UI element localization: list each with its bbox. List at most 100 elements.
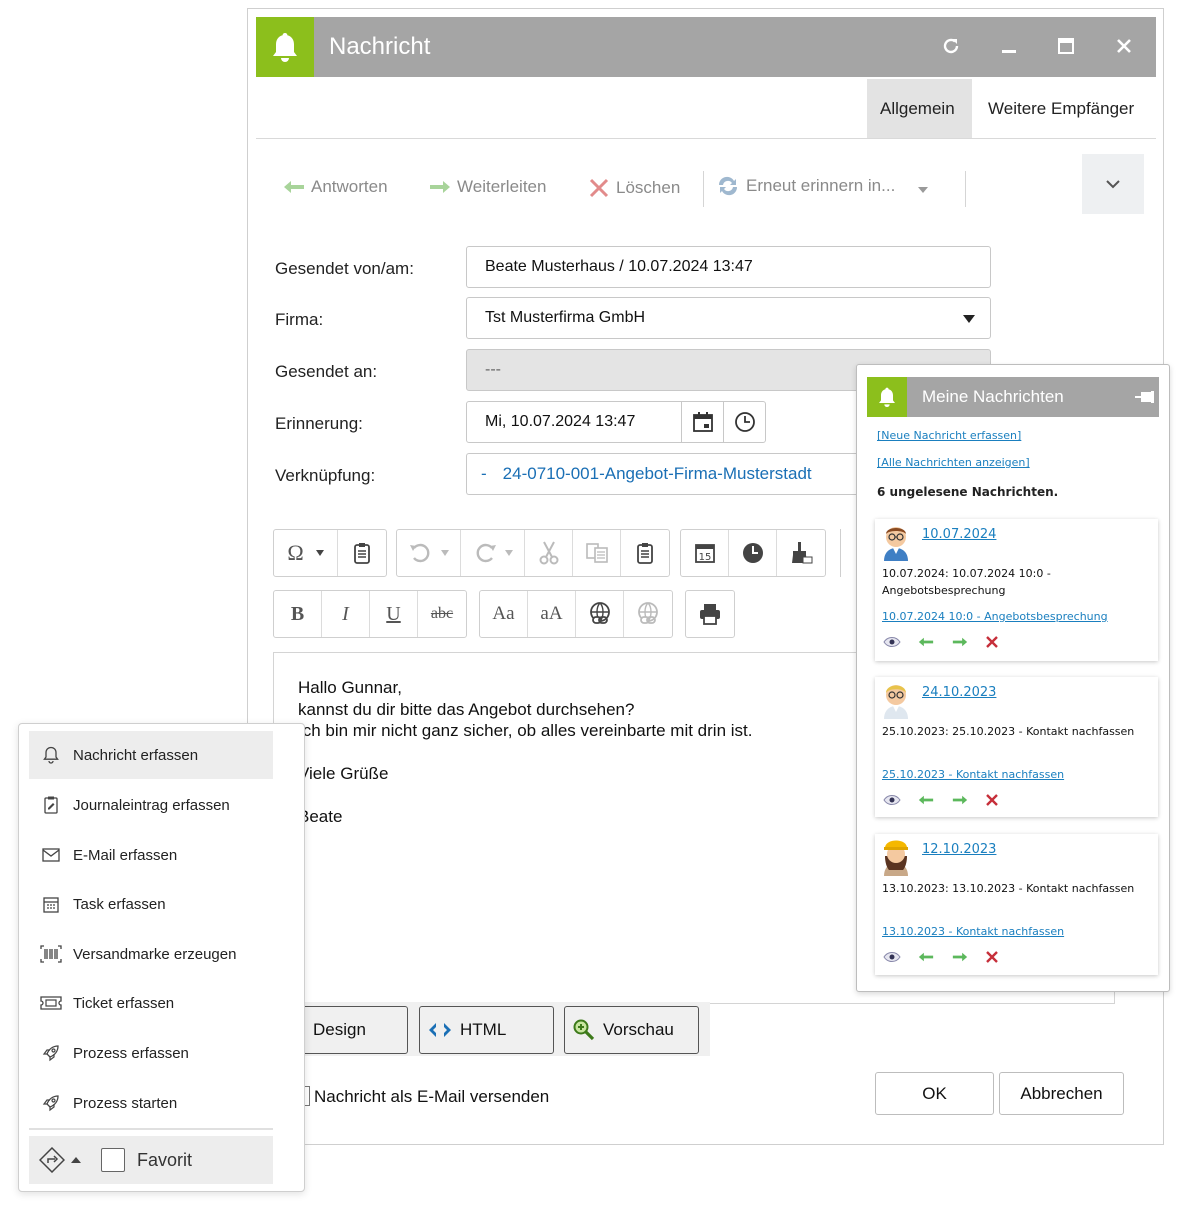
notification-link[interactable]: 10.07.2024 10:0 - Angebotsbesprechung <box>882 610 1108 623</box>
menu-item-prozess-erfassen[interactable]: Prozess erfassen <box>29 1029 273 1077</box>
remind-again-label: Erneut erinnern in... <box>746 176 896 195</box>
format-case-button[interactable]: Aa <box>480 591 528 637</box>
redo-button[interactable] <box>461 530 525 576</box>
sent-by-field[interactable]: Beate Musterhaus / 10.07.2024 13:47 <box>466 246 991 288</box>
menu-item-journaleintrag-erfassen[interactable]: Journaleintrag erfassen <box>29 781 273 829</box>
calendar-button[interactable] <box>681 402 723 442</box>
code-icon <box>429 1023 451 1037</box>
tab-allgemein[interactable]: Allgemein <box>867 79 972 139</box>
notification-date[interactable]: 24.10.2023 <box>922 685 996 700</box>
eye-icon[interactable] <box>883 951 901 963</box>
route-dropdown[interactable] <box>39 1147 81 1173</box>
bold-button[interactable]: B <box>274 591 322 637</box>
all-messages-link[interactable]: [Alle Nachrichten anzeigen] <box>877 456 1030 469</box>
print-button[interactable] <box>686 591 734 637</box>
maximize-icon[interactable] <box>1051 31 1081 61</box>
editor-toolbar-group <box>685 590 735 638</box>
menu-item-label: Versandmarke erzeugen <box>73 945 237 963</box>
link-field[interactable]: - 24-0710-001-Angebot-Firma-Musterstadt <box>466 453 866 495</box>
journal-icon <box>29 796 73 814</box>
reply-arrow-icon[interactable] <box>917 952 935 962</box>
avatar-woman-helmet-icon <box>884 840 908 876</box>
editor-toolbar-group: B I U abc <box>273 590 467 638</box>
underline-button[interactable]: U <box>370 591 418 637</box>
title-bar: Nachricht <box>256 17 1156 77</box>
notification-link[interactable]: 13.10.2023 - Kontakt nachfassen <box>882 925 1064 938</box>
cut-button[interactable] <box>525 530 573 576</box>
reply-button[interactable]: Antworten <box>283 177 388 197</box>
delete-label: Löschen <box>616 178 681 197</box>
magnifier-icon <box>573 1019 595 1041</box>
insert-date-button[interactable]: 15 <box>681 530 729 576</box>
notification-card[interactable]: 10.07.2024 10.07.2024: 10.07.2024 10:0 -… <box>875 519 1158 661</box>
clean-html-button[interactable] <box>777 530 825 576</box>
undo-button[interactable] <box>397 530 461 576</box>
favorite-checkbox[interactable] <box>101 1148 125 1172</box>
delete-x-icon[interactable] <box>985 950 999 964</box>
reply-arrow-icon[interactable] <box>917 795 935 805</box>
menu-item-email-erfassen[interactable]: E-Mail erfassen <box>29 831 273 879</box>
design-label: Design <box>313 1020 366 1039</box>
menu-item-nachricht-erfassen[interactable]: Nachricht erfassen <box>29 731 273 779</box>
paste-button[interactable] <box>338 530 386 576</box>
pin-icon[interactable] <box>1135 391 1155 403</box>
italic-icon: I <box>342 602 349 625</box>
insert-link-button[interactable] <box>576 591 624 637</box>
notification-date[interactable]: 10.07.2024 <box>922 527 996 542</box>
company-select[interactable]: Tst Musterfirma GmbH <box>466 297 991 339</box>
menu-item-prozess-starten[interactable]: Prozess starten <box>29 1079 273 1127</box>
clipboard-icon <box>354 543 370 564</box>
editor-toolbar-group: 15 <box>680 529 826 577</box>
notification-card[interactable]: 12.10.2023 13.10.2023: 13.10.2023 - Kont… <box>875 834 1158 975</box>
notification-date[interactable]: 12.10.2023 <box>922 842 996 857</box>
menu-item-ticket-erfassen[interactable]: Ticket erfassen <box>29 979 273 1027</box>
menu-item-versandmarke-erzeugen[interactable]: Versandmarke erzeugen <box>29 930 273 978</box>
menu-item-label: Prozess starten <box>73 1094 178 1112</box>
more-options-button[interactable] <box>1082 154 1144 214</box>
insert-time-button[interactable] <box>729 530 777 576</box>
menu-item-label: Nachricht erfassen <box>73 746 199 764</box>
delete-x-icon[interactable] <box>985 793 999 807</box>
html-mode-button[interactable]: HTML <box>419 1006 554 1054</box>
notification-card[interactable]: 24.10.2023 25.10.2023: 25.10.2023 - Kont… <box>875 677 1158 817</box>
special-char-button[interactable]: Ω <box>274 530 338 576</box>
remove-link-button[interactable] <box>624 591 672 637</box>
forward-arrow-icon[interactable] <box>951 795 969 805</box>
delete-button[interactable]: Löschen <box>588 177 680 199</box>
menu-item-task-erfassen[interactable]: Task erfassen <box>29 880 273 928</box>
cancel-button[interactable]: Abbrechen <box>999 1072 1124 1115</box>
font-size-button[interactable]: aA <box>528 591 576 637</box>
forward-label: Weiterleiten <box>457 177 547 196</box>
caret-down-icon <box>504 550 513 556</box>
preview-mode-button[interactable]: Vorschau <box>564 1006 699 1054</box>
forward-arrow-icon[interactable] <box>951 637 969 647</box>
forward-button[interactable]: Weiterleiten <box>429 177 546 197</box>
remind-again-button[interactable]: Erneut erinnern in... <box>716 175 929 197</box>
minimize-icon[interactable] <box>994 31 1024 61</box>
link-value: 24-0710-001-Angebot-Firma-Musterstadt <box>502 464 812 483</box>
menu-divider <box>29 1128 273 1130</box>
forward-arrow-icon[interactable] <box>951 952 969 962</box>
copy-icon <box>585 543 608 563</box>
time-button[interactable] <box>723 402 765 442</box>
tab-weitere-empfaenger[interactable]: Weitere Empfänger <box>975 79 1147 139</box>
paste-text-button[interactable] <box>621 530 669 576</box>
reminder-date-field[interactable]: Mi, 10.07.2024 13:47 <box>466 401 766 443</box>
company-value: Tst Musterfirma GmbH <box>485 309 646 326</box>
reply-arrow-icon[interactable] <box>917 637 935 647</box>
italic-button[interactable]: I <box>322 591 370 637</box>
close-icon[interactable] <box>1109 31 1139 61</box>
new-message-link[interactable]: [Neue Nachricht erfassen] <box>877 429 1021 442</box>
recycle-icon <box>718 176 738 196</box>
menu-item-label: Prozess erfassen <box>73 1044 189 1062</box>
refresh-icon[interactable] <box>936 31 966 61</box>
delete-x-icon[interactable] <box>985 635 999 649</box>
notification-link[interactable]: 25.10.2023 - Kontakt nachfassen <box>882 768 1064 781</box>
dropdown-arrow-icon <box>963 315 975 323</box>
copy-button[interactable] <box>573 530 621 576</box>
strikethrough-button[interactable]: abc <box>418 591 466 637</box>
eye-icon[interactable] <box>883 636 901 648</box>
eye-icon[interactable] <box>883 794 901 806</box>
calendar-icon <box>692 412 713 432</box>
ok-button[interactable]: OK <box>875 1072 994 1115</box>
